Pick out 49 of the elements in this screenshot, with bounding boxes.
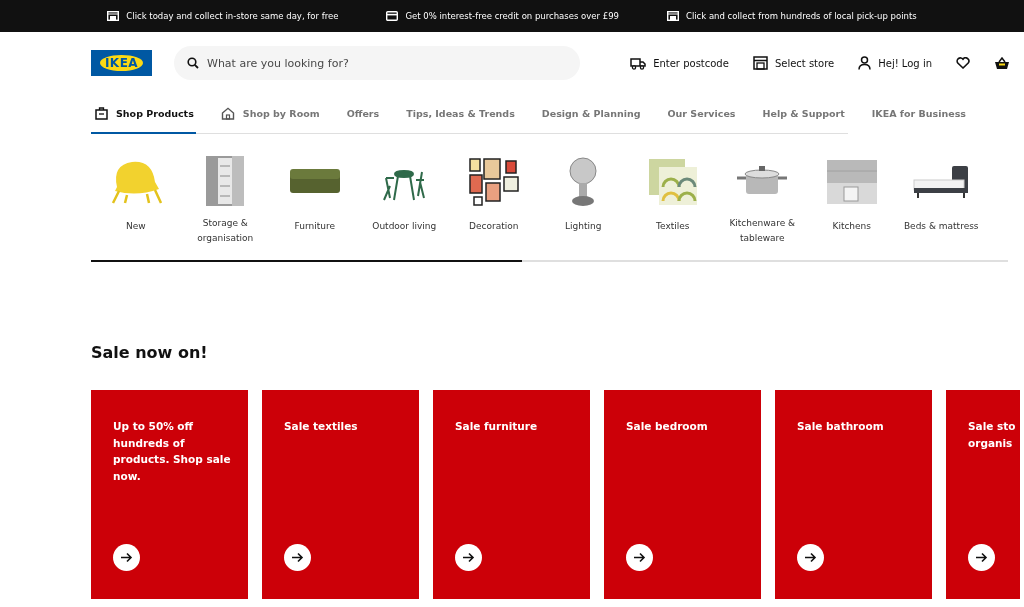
- cushions-drawing: [646, 157, 699, 207]
- bed-drawing: [912, 164, 971, 200]
- promo-link[interactable]: Click today and collect in-store same day, for free: [107, 11, 339, 21]
- nav-tab[interactable]: Shop Products: [91, 94, 196, 134]
- delivery-link[interactable]: Enter postcode: [630, 56, 729, 70]
- nav-tab[interactable]: Shop by Room: [216, 94, 322, 134]
- bag-icon: [95, 106, 108, 120]
- sale-card[interactable]: Up to 50% off hundreds of products. Shop sale now.: [91, 390, 248, 599]
- category-link[interactable]: Lighting: [538, 152, 628, 246]
- sale-card[interactable]: Sale bedroom: [604, 390, 761, 599]
- promo-link[interactable]: Click and collect from hundreds of local pick-up points: [666, 11, 917, 21]
- user-icon: [858, 56, 872, 70]
- search-icon: [187, 57, 199, 69]
- store-icon: [752, 56, 768, 70]
- logo[interactable]: IKEA: [91, 50, 152, 76]
- category-link[interactable]: Beds & mattress: [896, 152, 986, 246]
- category-link[interactable]: Textiles: [628, 152, 718, 246]
- sale-card[interactable]: Sale furniture: [433, 390, 590, 599]
- promo-link[interactable]: Get 0% interest-free credit on purchases over £99: [386, 11, 619, 21]
- nav-tab[interactable]: IKEA for Business: [867, 94, 968, 134]
- picture-frames-drawing: [467, 157, 520, 207]
- store-link[interactable]: Select store: [752, 56, 835, 70]
- wardrobe-drawing: [204, 153, 247, 208]
- nav-tab[interactable]: Tips, Ideas & Trends: [402, 94, 517, 134]
- login-link[interactable]: Hej! Log in: [858, 56, 932, 70]
- category-link[interactable]: Furniture: [270, 152, 360, 246]
- category-link[interactable]: Kitchens: [807, 152, 897, 246]
- basket-icon[interactable]: [994, 56, 1010, 70]
- nav-tab[interactable]: Design & Planning: [537, 94, 643, 134]
- store-icon: [666, 11, 679, 21]
- nav-tab[interactable]: Help & Support: [758, 94, 847, 134]
- store-icon: [107, 11, 120, 21]
- category-link[interactable]: Kitchenware & tableware: [717, 152, 807, 246]
- category-link[interactable]: Outdoor living: [359, 152, 449, 246]
- category-link[interactable]: Storage & organisation: [180, 152, 270, 246]
- card-icon: [386, 11, 399, 21]
- category-link[interactable]: Decoration: [449, 152, 539, 246]
- section-heading: Sale now on!: [91, 343, 209, 362]
- truck-icon: [630, 56, 647, 70]
- kitchen-drawing: [825, 159, 878, 205]
- nav-tab[interactable]: Our Services: [663, 94, 738, 134]
- sale-card[interactable]: Sale sto organis: [946, 390, 1020, 599]
- sale-card[interactable]: Sale textiles: [262, 390, 419, 599]
- category-link[interactable]: New: [91, 152, 181, 246]
- nav-tab[interactable]: Offers: [342, 94, 382, 134]
- house-icon: [220, 106, 235, 120]
- sale-card[interactable]: Sale bathroom: [775, 390, 932, 599]
- heart-icon[interactable]: [956, 57, 970, 69]
- search-field[interactable]: What are you looking for?: [174, 46, 580, 80]
